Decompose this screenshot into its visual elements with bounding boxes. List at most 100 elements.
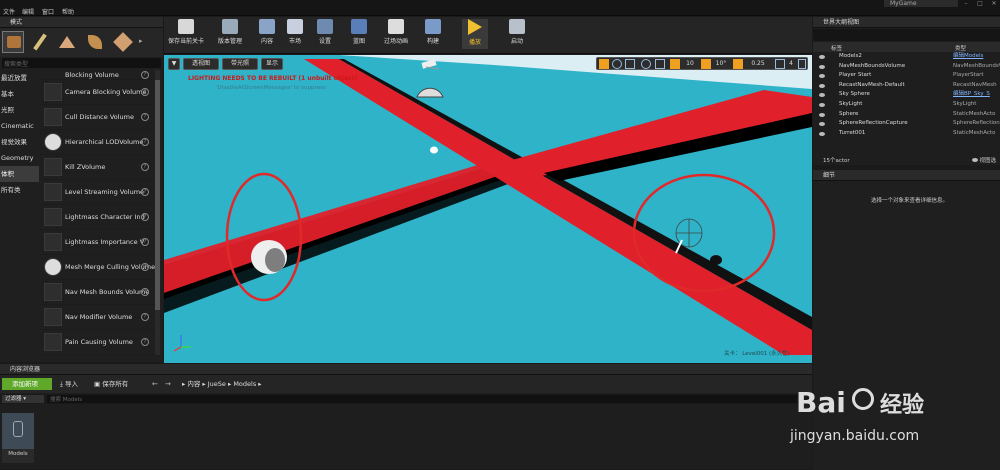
content-browser-tab[interactable]: 内容浏览器 xyxy=(0,364,812,375)
modes-tab[interactable]: 模式 xyxy=(0,17,163,28)
settings-button[interactable]: 设置 xyxy=(310,19,340,49)
list-item[interactable]: Camera Blocking Volume? xyxy=(40,80,155,105)
paint-mode-icon[interactable] xyxy=(29,31,51,53)
grid-snap-icon[interactable] xyxy=(670,59,680,69)
details-tab[interactable]: 细节 xyxy=(813,170,1000,181)
category-lights[interactable]: 光照 xyxy=(0,102,39,118)
help-icon[interactable]: ? xyxy=(141,263,149,271)
scale-snap-icon[interactable] xyxy=(733,59,743,69)
lit-mode-button[interactable]: 带光照 xyxy=(222,58,258,70)
rotation-snap-value[interactable]: 10° xyxy=(714,58,728,69)
content-button[interactable]: 内容 xyxy=(254,19,280,49)
blueprints-button[interactable]: 蓝图 xyxy=(344,19,374,49)
list-item[interactable]: Mesh Merge Culling Volume? xyxy=(40,255,155,280)
scale-icon[interactable] xyxy=(625,59,635,69)
volume-list-scrollbar[interactable] xyxy=(155,70,160,355)
outliner-row[interactable]: Player Start PlayerStart xyxy=(813,71,1000,81)
filters-button[interactable]: 过滤器 ▾ xyxy=(2,395,44,403)
cinematics-button[interactable]: 过场动画 xyxy=(378,19,414,49)
help-icon[interactable]: ? xyxy=(141,313,149,321)
visibility-eye-icon[interactable] xyxy=(819,131,825,136)
list-item[interactable]: Cull Distance Volume? xyxy=(40,105,155,130)
landscape-mode-icon[interactable] xyxy=(56,31,78,53)
foliage-mode-icon[interactable] xyxy=(84,31,106,53)
help-icon[interactable]: ? xyxy=(141,71,149,79)
modes-search-input[interactable]: 搜索类型 xyxy=(2,58,161,68)
outliner-row[interactable]: Models2 编辑Models xyxy=(813,52,1000,62)
category-all-classes[interactable]: 所有类 xyxy=(0,182,39,198)
asset-tile[interactable]: Models xyxy=(2,413,34,463)
translate-icon[interactable] xyxy=(599,59,609,69)
grid-snap-value[interactable]: 10 xyxy=(683,58,697,69)
source-control-button[interactable]: 版本管理 xyxy=(210,19,250,49)
scale-snap-value[interactable]: 0.25 xyxy=(747,58,769,69)
help-icon[interactable]: ? xyxy=(141,113,149,121)
place-mode-icon[interactable] xyxy=(2,31,24,53)
add-new-button[interactable]: 添加新项 xyxy=(2,378,52,390)
help-icon[interactable]: ? xyxy=(141,338,149,346)
actor-type[interactable]: 编辑Models xyxy=(953,52,1000,62)
camera-speed-value[interactable]: 4 xyxy=(787,58,795,69)
list-item[interactable]: Pain Causing Volume? xyxy=(40,330,155,355)
menu-file[interactable]: 文件 xyxy=(3,7,15,16)
list-item[interactable]: Hierarchical LODVolume? xyxy=(40,130,155,155)
visibility-eye-icon[interactable] xyxy=(819,93,825,98)
type-column-header[interactable]: 类型 xyxy=(955,44,966,52)
build-button[interactable]: 构建 xyxy=(418,19,448,49)
help-icon[interactable]: ? xyxy=(141,138,149,146)
outliner-row[interactable]: Sphere StaticMeshActo xyxy=(813,110,1000,120)
help-icon[interactable]: ? xyxy=(141,188,149,196)
visibility-eye-icon[interactable] xyxy=(819,83,825,88)
outliner-row[interactable]: Sky Sphere 编辑BP_Sky_S xyxy=(813,90,1000,100)
outliner-row[interactable]: NavMeshBoundsVolume NavMeshBoundsVo xyxy=(813,62,1000,72)
help-icon[interactable]: ? xyxy=(141,213,149,221)
surface-snap-icon[interactable] xyxy=(655,59,665,69)
breadcrumb-models[interactable]: Models xyxy=(233,380,256,388)
show-flags-button[interactable]: 显示 xyxy=(261,58,283,70)
viewport-options-button[interactable]: ▼ xyxy=(168,58,180,70)
menu-window[interactable]: 窗口 xyxy=(42,7,54,16)
list-item[interactable]: Level Streaming Volume? xyxy=(40,180,155,205)
category-geometry[interactable]: Geometry xyxy=(0,150,39,166)
world-outliner-tab[interactable]: 世界大纲视图 xyxy=(813,17,1000,28)
rotate-icon[interactable] xyxy=(612,59,622,69)
view-options-button[interactable]: 视图选 xyxy=(971,156,996,164)
help-icon[interactable]: ? xyxy=(141,163,149,171)
list-item[interactable]: Blocking Volume? xyxy=(40,70,155,80)
category-visual-effects[interactable]: 视觉效果 xyxy=(0,134,39,150)
perspective-button[interactable]: 透视图 xyxy=(183,58,219,70)
maximize-icon[interactable]: □ xyxy=(974,0,986,7)
outliner-row[interactable]: SphereReflectionCapture SphereReflection xyxy=(813,119,1000,129)
geometry-mode-icon[interactable] xyxy=(112,31,134,53)
visibility-eye-icon[interactable] xyxy=(819,64,825,69)
visibility-eye-icon[interactable] xyxy=(819,112,825,117)
category-cinematic[interactable]: Cinematic xyxy=(0,118,39,134)
menu-edit[interactable]: 编辑 xyxy=(22,7,34,16)
category-basic[interactable]: 基本 xyxy=(0,86,39,102)
visibility-eye-icon[interactable] xyxy=(819,102,825,107)
import-button[interactable]: ⤓ 导入 xyxy=(60,378,78,390)
breadcrumb-content[interactable]: 内容 xyxy=(187,380,200,388)
label-column-header[interactable]: 标签 xyxy=(831,44,842,52)
category-recent[interactable]: 最近放置 xyxy=(0,70,39,86)
rotation-snap-icon[interactable] xyxy=(701,59,711,69)
help-icon[interactable]: ? xyxy=(141,88,149,96)
camera-speed-icon[interactable] xyxy=(775,59,785,69)
outliner-row[interactable]: SkyLight SkyLight xyxy=(813,100,1000,110)
visibility-eye-icon[interactable] xyxy=(819,122,825,127)
breadcrumb-juese[interactable]: JueSe xyxy=(208,380,226,388)
content-search-input[interactable]: 搜索 Models xyxy=(47,395,797,403)
launch-button[interactable]: 启动 xyxy=(500,19,534,49)
list-item[interactable]: Nav Modifier Volume? xyxy=(40,305,155,330)
play-button[interactable]: 播放 xyxy=(462,19,488,49)
save-level-button[interactable]: 保存当前关卡 xyxy=(166,19,206,49)
visibility-eye-icon[interactable] xyxy=(819,55,825,59)
level-viewport[interactable]: ▼ 透视图 带光照 显示 LIGHTING NEEDS TO BE REBUIL… xyxy=(164,55,812,363)
marketplace-button[interactable]: 市场 xyxy=(282,19,308,49)
more-modes-icon[interactable]: ▸ xyxy=(139,37,143,45)
world-local-icon[interactable] xyxy=(641,59,651,69)
visibility-eye-icon[interactable] xyxy=(819,74,825,79)
menu-help[interactable]: 帮助 xyxy=(62,7,74,16)
list-item[interactable]: Nav Mesh Bounds Volume? xyxy=(40,280,155,305)
maximize-viewport-icon[interactable] xyxy=(798,59,806,69)
